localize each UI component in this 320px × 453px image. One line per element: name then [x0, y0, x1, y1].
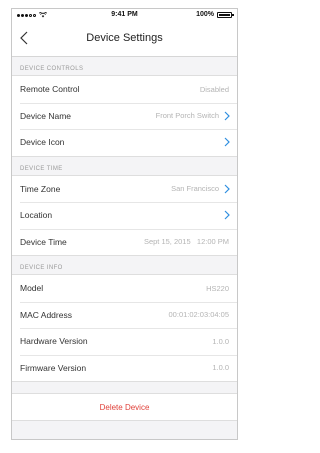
phone-screen: 9:41 PM 100% Device Settings DEVICE CONT… — [11, 8, 238, 440]
model-row: Model HS220 — [12, 275, 237, 302]
chevron-right-icon — [224, 210, 230, 220]
row-label: Device Time — [20, 236, 67, 247]
device-info-group: Model HS220 MAC Address 00:01:02:03:04:0… — [12, 274, 237, 382]
row-label: Model — [20, 283, 44, 294]
firmware-version-row: Firmware Version 1.0.0 — [12, 354, 237, 382]
row-value: San Francisco — [171, 184, 219, 194]
page-title: Device Settings — [86, 32, 163, 44]
row-value: 1.0.0 — [212, 336, 229, 346]
device-icon-row[interactable]: Device Icon — [12, 129, 237, 156]
device-time-group: Time Zone San Francisco Location Device … — [12, 174, 237, 256]
row-label: Hardware Version — [20, 336, 88, 347]
battery-icon — [217, 11, 234, 18]
navigation-bar: Device Settings — [12, 23, 237, 57]
row-value: Sept 15, 2015 12:00 PM — [143, 237, 229, 247]
status-right: 100% — [196, 11, 234, 18]
row-value: 00:01:02:03:04:05 — [168, 310, 229, 320]
section-header-device-info: DEVICE INFO — [20, 265, 63, 271]
row-value: Front Porch Switch — [155, 111, 219, 121]
hardware-version-row: Hardware Version 1.0.0 — [12, 328, 237, 355]
row-label: Remote Control — [20, 84, 80, 95]
battery-percent: 100% — [196, 11, 214, 18]
row-value: 1.0.0 — [212, 363, 229, 373]
row-value: Disabled — [199, 84, 229, 94]
row-label: Device Icon — [20, 137, 65, 148]
time-zone-row[interactable]: Time Zone San Francisco — [12, 176, 237, 203]
section-header-device-time: DEVICE TIME — [20, 165, 63, 172]
device-name-row[interactable]: Device Name Front Porch Switch — [12, 102, 237, 130]
device-controls-group: Remote Control Disabled Device Name Fron… — [12, 75, 237, 157]
mac-address-row: MAC Address 00:01:02:03:04:05 — [12, 301, 237, 329]
remote-control-row[interactable]: Remote Control Disabled — [12, 76, 237, 103]
row-label: MAC Address — [20, 309, 72, 320]
chevron-right-icon — [224, 111, 230, 121]
row-label: Time Zone — [20, 183, 61, 194]
location-row[interactable]: Location — [12, 202, 237, 229]
status-bar: 9:41 PM 100% — [12, 9, 237, 23]
chevron-right-icon — [224, 137, 230, 147]
row-label: Location — [20, 210, 53, 221]
chevron-right-icon — [224, 184, 230, 194]
row-value: HS220 — [206, 283, 229, 293]
row-label: Device Name — [20, 110, 72, 121]
delete-device-button[interactable]: Delete Device — [12, 393, 237, 421]
device-time-row: Device Time Sept 15, 2015 12:00 PM — [12, 228, 237, 256]
row-label: Firmware Version — [20, 362, 87, 373]
section-header-device-controls: DEVICE CONTROLS — [20, 66, 84, 72]
